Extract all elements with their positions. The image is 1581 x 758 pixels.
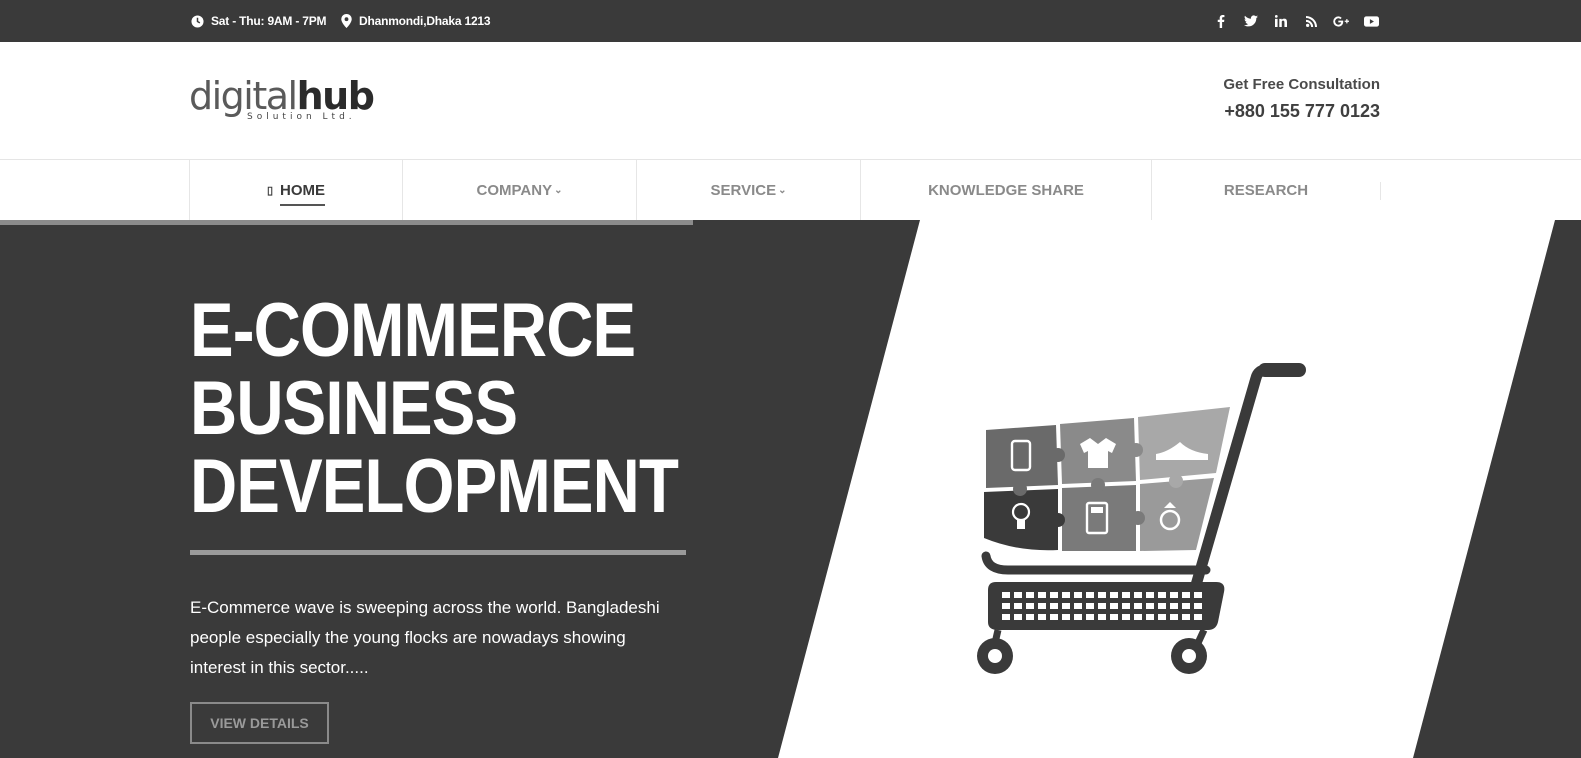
home-icon: ▯ — [266, 184, 274, 197]
clock-icon — [191, 14, 204, 28]
hero-title: E-COMMERCE BUSINESS DEVELOPMENT — [190, 288, 679, 529]
address-text: Dhanmondi,Dhaka 1213 — [359, 14, 491, 28]
nav-item-research[interactable]: RESEARCH — [1151, 160, 1380, 220]
social-links — [1206, 0, 1386, 42]
nav-item-knowledge-share[interactable]: KNOWLEDGE SHARE — [860, 160, 1151, 220]
nav-label-company: COMPANY — [476, 181, 553, 199]
slider-progress-bar — [0, 220, 693, 225]
top-bar: Sat - Thu: 9AM - 7PM Dhanmondi,Dhaka 121… — [0, 0, 1581, 42]
linkedin-icon[interactable] — [1266, 0, 1296, 42]
nav-label-home: HOME — [280, 181, 326, 206]
address: Dhanmondi,Dhaka 1213 — [341, 0, 491, 42]
nav-item-company[interactable]: COMPANY ⌄ — [402, 160, 636, 220]
map-pin-icon — [341, 14, 352, 28]
rss-icon[interactable] — [1296, 0, 1326, 42]
nav-item-service[interactable]: SERVICE ⌄ — [636, 160, 860, 220]
consultation-block: Get Free Consultation +880 155 777 0123 — [1223, 76, 1380, 122]
hero-title-divider — [190, 550, 686, 555]
youtube-icon[interactable] — [1356, 0, 1386, 42]
hero-description: E-Commerce wave is sweeping across the w… — [190, 598, 660, 677]
nav-label-knowledge-share: KNOWLEDGE SHARE — [928, 181, 1084, 199]
nav-item-home[interactable]: ▯ HOME — [189, 160, 402, 220]
site-header: digitalhub Solution Ltd. Get Free Consul… — [0, 42, 1581, 160]
twitter-icon[interactable] — [1236, 0, 1266, 42]
chevron-down-icon: ⌄ — [778, 184, 787, 196]
facebook-icon[interactable] — [1206, 0, 1236, 42]
google-plus-icon[interactable] — [1326, 0, 1356, 42]
nav-label-service: SERVICE — [710, 181, 777, 199]
nav-label-research: RESEARCH — [1223, 181, 1309, 199]
site-logo[interactable]: digitalhub Solution Ltd. — [189, 74, 379, 130]
hero-slider: E-COMMERCE BUSINESS DEVELOPMENT E-Commer… — [0, 220, 1581, 758]
hero-title-line2: BUSINESS — [190, 366, 518, 451]
logo-tagline: Solution Ltd. — [247, 112, 356, 122]
business-hours: Sat - Thu: 9AM - 7PM — [191, 0, 327, 42]
main-nav: ▯ HOME COMPANY ⌄ SERVICE ⌄ KNOWLEDGE SHA… — [189, 160, 1381, 220]
chevron-down-icon: ⌄ — [554, 184, 563, 196]
view-details-button[interactable]: VIEW DETAILS — [190, 702, 329, 744]
consultation-phone[interactable]: +880 155 777 0123 — [1223, 101, 1380, 122]
hero-title-line1: E-COMMERCE — [190, 288, 636, 373]
consultation-label: Get Free Consultation — [1223, 76, 1380, 93]
shopping-cart-illustration — [977, 363, 1306, 674]
hours-text: Sat - Thu: 9AM - 7PM — [211, 14, 327, 28]
hero-title-line3: DEVELOPMENT — [190, 444, 679, 529]
nav-divider — [1380, 182, 1381, 200]
